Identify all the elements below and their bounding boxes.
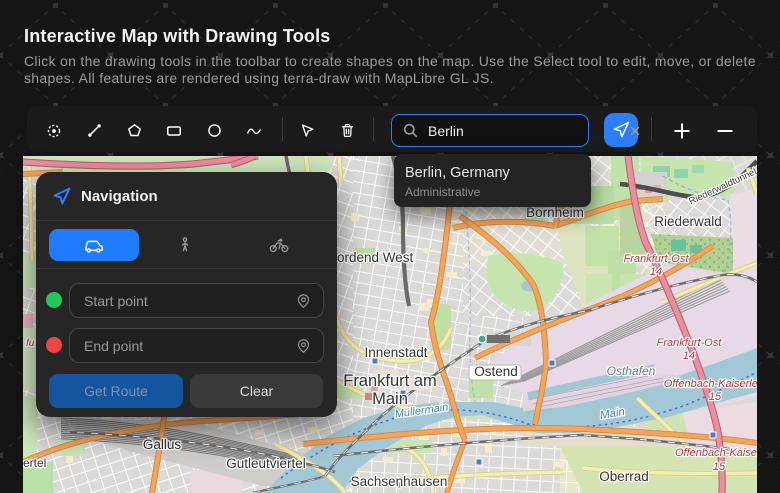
svg-text:14: 14 [683,350,695,362]
svg-text:Innenstadt: Innenstadt [364,345,427,360]
svg-text:Bornheim: Bornheim [526,205,584,220]
svg-text:Main: Main [372,390,408,408]
svg-text:Oberrad: Oberrad [599,469,649,484]
svg-text:15: 15 [713,461,726,473]
svg-text:ordend West: ordend West [337,250,414,265]
svg-text:15: 15 [709,391,722,403]
svg-text:Ostend: Ostend [474,364,518,379]
svg-text:Frankfurt-Ost: Frankfurt-Ost [624,253,690,265]
svg-text:Osthafen: Osthafen [607,364,656,378]
svg-text:Offenbach-Kaiserl: Offenbach-Kaiserl [675,447,757,459]
svg-text:Gallus: Gallus [143,437,182,452]
svg-text:Sachsenhausen: Sachsenhausen [351,474,448,489]
svg-text:fu: fu [26,338,35,349]
svg-text:ertel: ertel [23,456,46,470]
svg-text:Frankfurt-Ost: Frankfurt-Ost [657,337,723,349]
svg-text:Offenbach-Kaiserlei: Offenbach-Kaiserlei [664,378,757,390]
svg-text:Gutleutviertel: Gutleutviertel [226,456,306,471]
svg-text:Riederwald: Riederwald [654,214,722,229]
svg-text:Frankfurt am: Frankfurt am [343,372,437,390]
svg-text:14: 14 [650,266,662,278]
